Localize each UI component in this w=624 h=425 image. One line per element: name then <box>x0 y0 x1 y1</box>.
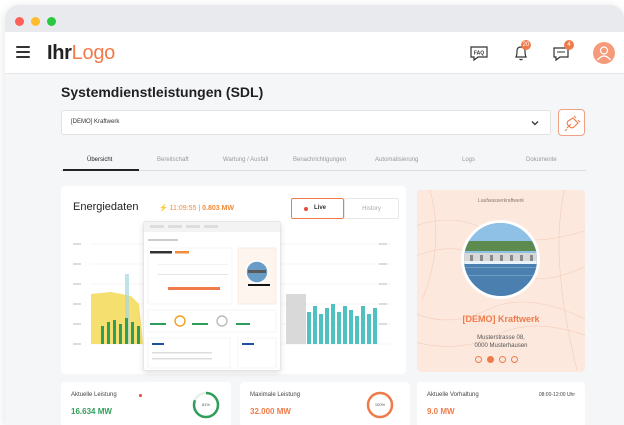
app-header: IhrLogo FAQ 20 4 <box>5 32 624 74</box>
window-close-button[interactable] <box>15 17 24 26</box>
active-tab-indicator <box>63 169 139 171</box>
messages-badge: 4 <box>564 40 574 50</box>
current-power-card: Aktuelle Leistung 16.634 MW 81% <box>61 382 231 425</box>
max-power-label: Maximale Leistung <box>250 392 301 398</box>
logo-accent: Logo <box>71 42 116 64</box>
window-minimize-button[interactable] <box>31 17 40 26</box>
max-power-value: 32.000 MW <box>250 407 291 416</box>
history-button[interactable]: History <box>344 198 399 219</box>
slide-dot[interactable] <box>511 356 518 363</box>
reserve-card: Aktuelle Vorhaltung 08:00-12:00 Uhr 9.0 … <box>417 382 585 425</box>
max-power-card: Maximale Leistung 32.000 MW 100% <box>240 382 410 425</box>
plant-type: Laufwasserkraftwerk <box>478 198 524 204</box>
faq-icon[interactable]: FAQ <box>468 42 490 64</box>
chevron-down-icon <box>531 121 539 126</box>
tab-automatisierung[interactable]: Automatisierung <box>375 157 418 163</box>
embedded-screenshot <box>143 221 281 371</box>
plug-button[interactable] <box>558 109 585 136</box>
energy-timestamp: ⚡ 11:09:55 | 0.803 MW <box>159 205 235 212</box>
live-dot-icon <box>304 207 308 211</box>
current-power-ring: 81% <box>191 390 221 420</box>
main-content: Systemdienstleistungen (SDL) [DEMO] Kraf… <box>5 74 624 425</box>
current-power-value: 16.634 MW <box>71 407 112 416</box>
live-label: Live <box>314 205 327 211</box>
energy-title: Energiedaten <box>73 201 139 213</box>
reserve-time-window: 08:00-12:00 Uhr <box>538 392 575 398</box>
plant-street: Musterstrasse 08, <box>477 335 525 341</box>
tab-bereitschaft[interactable]: Bereitschaft <box>157 157 189 163</box>
lightning-icon: ⚡ <box>159 205 168 212</box>
energy-card: Energiedaten ⚡ 11:09:55 | 0.803 MW Live … <box>61 186 406 374</box>
tab-logs[interactable]: Logs <box>462 157 475 163</box>
logo-bold: Ihr <box>47 42 72 64</box>
tab-bar: Übersicht Bereitschaft Wartung / Ausfall… <box>61 151 586 171</box>
live-button[interactable]: Live <box>291 198 344 219</box>
slide-dot[interactable] <box>475 356 482 363</box>
energy-time-value: 11:09:55 <box>169 205 197 212</box>
plant-city: 0000 Musterhausen <box>474 343 528 349</box>
slide-dot[interactable] <box>499 356 506 363</box>
max-power-percent: 100% <box>374 402 386 407</box>
current-power-label: Aktuelle Leistung <box>71 392 117 398</box>
plant-select[interactable]: [DEMO] Kraftwerk <box>61 110 551 135</box>
plant-select-value: [DEMO] Kraftwerk <box>71 119 120 125</box>
page-title: Systemdienstleistungen (SDL) <box>61 84 264 100</box>
user-avatar[interactable] <box>593 42 615 64</box>
chart-area-yellow <box>91 292 143 344</box>
energy-power-value: 0.803 MW <box>202 205 235 212</box>
tab-benachrichtigungen[interactable]: Benachrichtigungen <box>293 157 346 163</box>
current-power-percent: 81% <box>201 402 210 407</box>
plant-card: Laufwasserkraftwerk [DEMO] Kraftwerk Mus… <box>417 190 585 372</box>
max-power-ring: 100% <box>365 390 395 420</box>
tab-dokumente[interactable]: Dokumente <box>526 157 557 163</box>
plant-photo <box>461 220 540 299</box>
slide-dot-active[interactable] <box>487 356 494 363</box>
tab-wartung-ausfall[interactable]: Wartung / Ausfall <box>223 157 268 163</box>
status-dot-icon <box>139 394 142 397</box>
menu-icon[interactable] <box>16 46 30 58</box>
window-maximize-button[interactable] <box>47 17 56 26</box>
chart-gray-area <box>286 294 306 344</box>
plant-name: [DEMO] Kraftwerk <box>462 314 540 324</box>
embedded-screenshot-graphic <box>144 222 280 369</box>
logo[interactable]: IhrLogo <box>47 42 115 65</box>
tab-uebersicht[interactable]: Übersicht <box>87 157 112 163</box>
reserve-value: 9.0 MW <box>427 407 455 416</box>
faq-label: FAQ <box>474 51 484 57</box>
reserve-label: Aktuelle Vorhaltung <box>427 392 479 398</box>
browser-window: IhrLogo FAQ 20 4 Systemdienstleistungen … <box>5 5 624 425</box>
plug-icon <box>564 115 581 132</box>
window-titlebar <box>5 5 624 32</box>
notifications-badge: 20 <box>521 40 531 50</box>
